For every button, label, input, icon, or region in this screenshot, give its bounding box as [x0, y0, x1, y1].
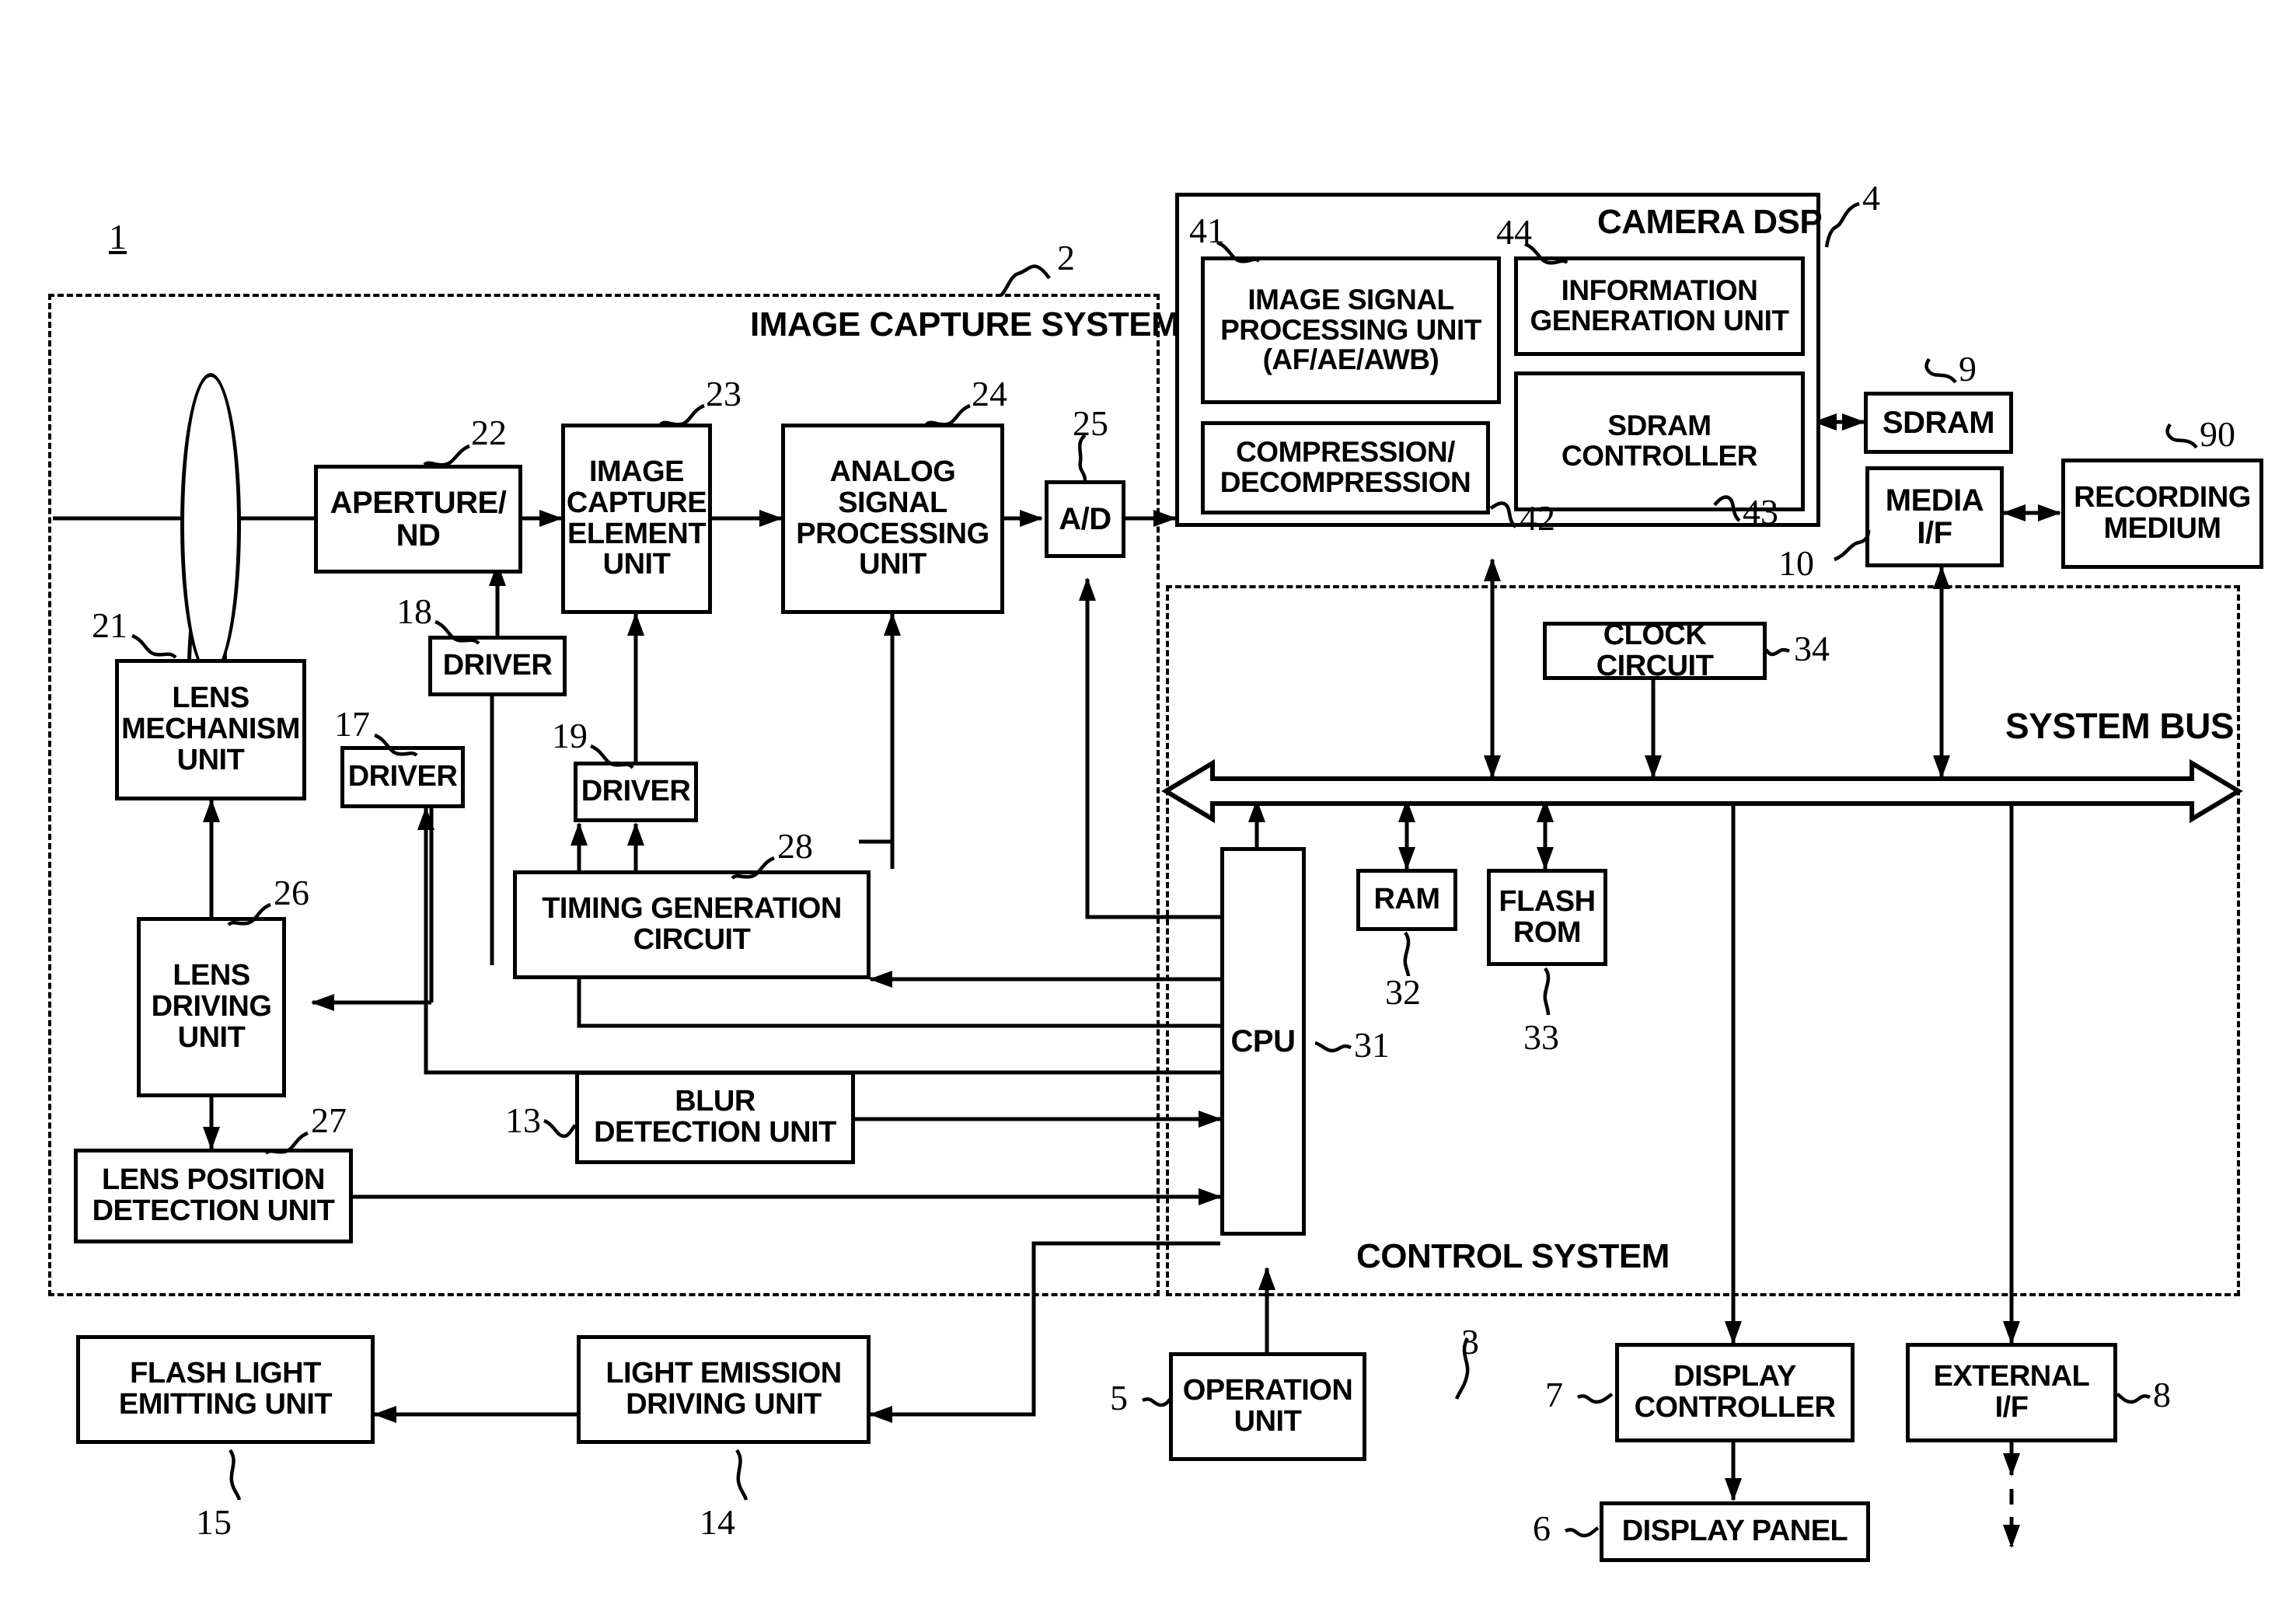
- ref-numeral-15: 15: [196, 1502, 232, 1542]
- block-sdram[interactable]: SDRAM: [1864, 392, 2013, 454]
- ref-numeral-24: 24: [972, 374, 1007, 413]
- block-recording-medium[interactable]: RECORDING MEDIUM: [2061, 459, 2263, 569]
- ref-numeral-21: 21: [92, 605, 127, 645]
- ref-numeral-27: 27: [311, 1100, 347, 1140]
- region-label-control-system: CONTROL SYSTEM: [1356, 1237, 1670, 1275]
- ref-numeral-13: 13: [505, 1100, 541, 1140]
- block-driver-19[interactable]: DRIVER: [574, 762, 698, 822]
- ref-numeral-10: 10: [1778, 543, 1814, 583]
- ref-numeral-31: 31: [1354, 1025, 1390, 1065]
- ref-numeral-26: 26: [274, 873, 309, 912]
- system-bus-label: SYSTEM BUS: [2005, 706, 2235, 746]
- block-media-if[interactable]: MEDIA I/F: [1865, 466, 2004, 567]
- ref-numeral-25: 25: [1073, 403, 1108, 443]
- ref-numeral-90: 90: [2200, 414, 2235, 454]
- ref-numeral-4: 4: [1862, 178, 1880, 218]
- block-driver-17[interactable]: DRIVER: [340, 746, 465, 808]
- ref-numeral-14: 14: [700, 1502, 735, 1542]
- block-flash-light-emitting-unit[interactable]: FLASH LIGHT EMITTING UNIT: [76, 1335, 375, 1444]
- ref-numeral-18: 18: [396, 591, 432, 631]
- block-lens-mechanism-unit[interactable]: LENS MECHANISM UNIT: [115, 659, 306, 800]
- ref-numeral-43: 43: [1743, 492, 1778, 532]
- block-ad-converter[interactable]: A/D: [1045, 480, 1125, 558]
- ref-numeral-44: 44: [1496, 212, 1532, 252]
- block-image-signal-processing-unit[interactable]: IMAGE SIGNAL PROCESSING UNIT (AF/AE/AWB): [1201, 256, 1501, 404]
- ref-numeral-34: 34: [1794, 629, 1830, 668]
- block-lens-position-detection-unit[interactable]: LENS POSITION DETECTION UNIT: [74, 1149, 353, 1243]
- ref-numeral-19: 19: [552, 716, 588, 755]
- block-ram[interactable]: RAM: [1356, 869, 1457, 931]
- ref-numeral-7: 7: [1545, 1375, 1563, 1414]
- ref-numeral-22: 22: [471, 413, 507, 452]
- ref-numeral-8: 8: [2153, 1375, 2171, 1414]
- block-cpu[interactable]: CPU: [1220, 847, 1306, 1236]
- ref-numeral-23: 23: [706, 374, 741, 413]
- block-aperture-nd[interactable]: APERTURE/ ND: [314, 465, 522, 574]
- ref-numeral-33: 33: [1523, 1017, 1559, 1057]
- block-operation-unit[interactable]: OPERATION UNIT: [1169, 1352, 1366, 1461]
- block-blur-detection-unit[interactable]: BLUR DETECTION UNIT: [575, 1071, 855, 1164]
- lens-icon: [180, 373, 241, 676]
- block-compression-decompression[interactable]: COMPRESSION/ DECOMPRESSION: [1201, 421, 1490, 514]
- block-timing-generation-circuit[interactable]: TIMING GENERATION CIRCUIT: [513, 870, 871, 979]
- ref-numeral-42: 42: [1520, 498, 1555, 538]
- region-label-camera-dsp: CAMERA DSP: [1597, 203, 1823, 241]
- ref-numeral-6: 6: [1533, 1508, 1551, 1548]
- block-analog-signal-processing-unit[interactable]: ANALOG SIGNAL PROCESSING UNIT: [781, 424, 1004, 614]
- block-image-capture-element-unit[interactable]: IMAGE CAPTURE ELEMENT UNIT: [561, 424, 712, 614]
- ref-numeral-5: 5: [1110, 1378, 1128, 1417]
- region-label-image-capture-system: IMAGE CAPTURE SYSTEM: [750, 305, 1180, 343]
- block-sdram-controller[interactable]: SDRAM CONTROLLER: [1514, 371, 1805, 511]
- ref-numeral-2: 2: [1057, 238, 1075, 277]
- block-driver-18[interactable]: DRIVER: [428, 636, 567, 696]
- ref-numeral-3: 3: [1461, 1322, 1479, 1362]
- ref-numeral-41: 41: [1189, 211, 1225, 250]
- ref-numeral-17: 17: [334, 704, 370, 744]
- figure-canvas: IMAGE CAPTURE SYSTEM CONTROL SYSTEM CAME…: [0, 0, 2296, 1618]
- block-flash-rom[interactable]: FLASH ROM: [1487, 869, 1607, 966]
- block-external-if[interactable]: EXTERNAL I/F: [1906, 1343, 2117, 1442]
- ref-numeral-28: 28: [777, 826, 813, 866]
- ref-numeral-1: 1: [109, 217, 127, 256]
- block-light-emission-driving-unit[interactable]: LIGHT EMISSION DRIVING UNIT: [577, 1335, 871, 1444]
- block-display-panel[interactable]: DISPLAY PANEL: [1600, 1501, 1870, 1562]
- block-information-generation-unit[interactable]: INFORMATION GENERATION UNIT: [1514, 256, 1805, 356]
- block-lens-driving-unit[interactable]: LENS DRIVING UNIT: [137, 917, 286, 1097]
- block-display-controller[interactable]: DISPLAY CONTROLLER: [1615, 1343, 1855, 1442]
- block-clock-circuit[interactable]: CLOCK CIRCUIT: [1543, 619, 1767, 681]
- ref-numeral-32: 32: [1385, 972, 1421, 1012]
- ref-numeral-9: 9: [1959, 349, 1977, 389]
- region-control-system: [1166, 585, 2240, 1296]
